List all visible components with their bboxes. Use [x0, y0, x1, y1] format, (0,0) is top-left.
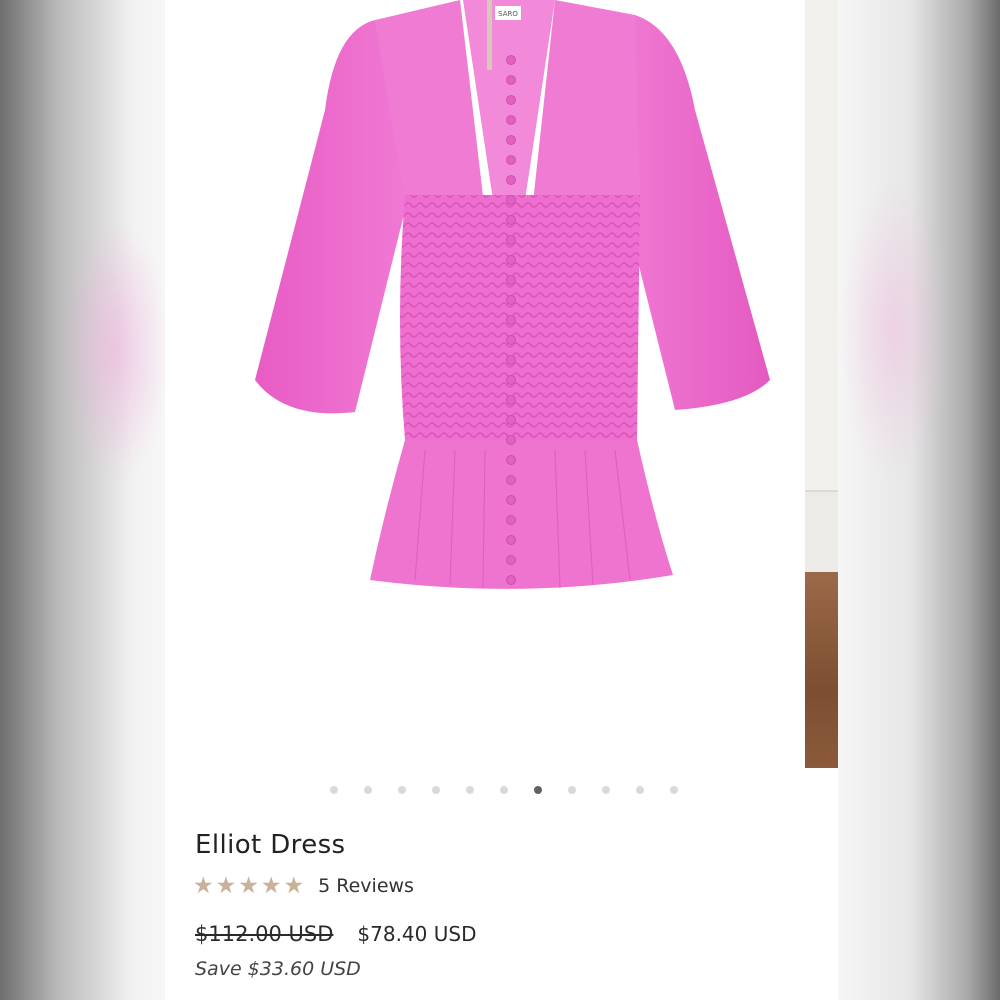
original-price: $112.00 USD	[195, 922, 334, 946]
background-left	[0, 0, 170, 1000]
carousel-dot[interactable]	[669, 786, 678, 794]
star-icon: ★	[238, 873, 259, 899]
product-title: Elliot Dress	[195, 830, 346, 860]
carousel-dot[interactable]	[567, 786, 576, 794]
carousel-dot[interactable]	[635, 786, 644, 794]
label-text: SARO	[498, 10, 518, 18]
star-icon: ★	[193, 873, 214, 899]
star-rating: ★ ★ ★ ★ ★	[193, 873, 304, 899]
reviews-link[interactable]: 5 Reviews	[318, 875, 414, 897]
savings-text: Save $33.60 USD	[195, 958, 361, 980]
product-image[interactable]: SARO	[225, 0, 785, 610]
carousel-dot[interactable]	[601, 786, 610, 794]
star-icon: ★	[215, 873, 237, 899]
sale-price: $78.40 USD	[357, 922, 477, 946]
carousel-dot[interactable]	[431, 786, 440, 794]
background-right	[838, 0, 1000, 1000]
carousel-dot[interactable]	[397, 786, 406, 794]
product-rating[interactable]: ★ ★ ★ ★ ★ 5 Reviews	[193, 873, 414, 899]
carousel-dot[interactable]	[499, 786, 508, 794]
star-icon: ★	[260, 873, 282, 899]
carousel-dot[interactable]	[533, 786, 542, 794]
star-icon: ★	[283, 873, 305, 899]
carousel-dot[interactable]	[363, 786, 372, 794]
carousel-dot[interactable]	[329, 786, 338, 794]
next-slide-peek[interactable]	[805, 0, 838, 768]
product-panel: SARO Elliot Dress ★ ★ ★ ★ ★ 5 Reviews $112	[165, 0, 838, 1000]
carousel-dots	[165, 786, 838, 794]
carousel-dot[interactable]	[465, 786, 474, 794]
price-block: $112.00 USD $78.40 USD	[195, 922, 476, 946]
